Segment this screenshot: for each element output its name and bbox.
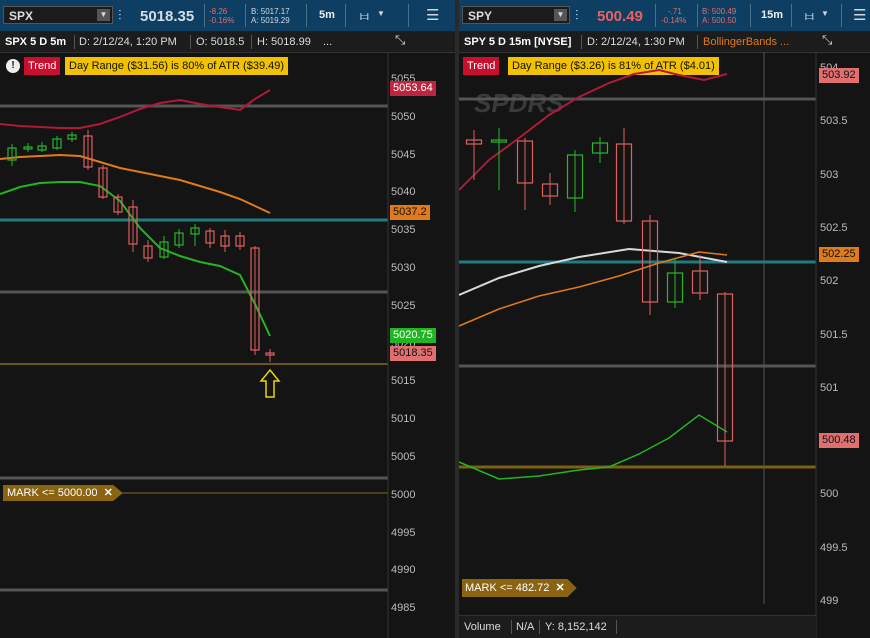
close-icon[interactable]: ✕ bbox=[555, 582, 564, 594]
spy-chart-pane: SPY ▼ ⫶ 500.49 -.71 -0.14% B: 500.49 A: … bbox=[459, 0, 870, 638]
axis-tick-label: 4990 bbox=[391, 564, 416, 577]
spy-price-label-upper: 503.92 bbox=[819, 68, 859, 83]
spx-lower-band bbox=[0, 181, 271, 337]
volume-y-value: Y: 8,152,142 bbox=[545, 621, 607, 633]
spy-chart-canvas[interactable]: SPDRS bbox=[459, 0, 870, 638]
spy-lower-band bbox=[459, 414, 728, 480]
volume-value: N/A bbox=[516, 621, 535, 633]
spy-price-label-mid: 502.25 bbox=[819, 247, 859, 262]
spy-mark-alert[interactable]: MARK <= 482.72 ✕ bbox=[462, 579, 577, 597]
spy-mark-text: MARK <= 482.72 bbox=[465, 582, 550, 594]
axis-tick-label: 502 bbox=[820, 275, 839, 288]
close-icon[interactable]: ✕ bbox=[104, 487, 113, 499]
axis-tick-label: 503.5 bbox=[820, 115, 848, 128]
axis-tick-label: 5040 bbox=[391, 186, 416, 199]
axis-tick-label: 5015 bbox=[391, 375, 416, 388]
spx-chart-pane: SPX ▼ ⫶ 5018.35 -8.26 -0.16% B: 5017.17 … bbox=[0, 0, 455, 638]
axis-tick-label: 5030 bbox=[391, 262, 416, 274]
axis-tick-label: 503 bbox=[820, 168, 839, 181]
spx-middle-band bbox=[0, 153, 271, 214]
arrow-up-icon bbox=[259, 368, 281, 398]
axis-tick-label: 499.5 bbox=[820, 541, 848, 554]
axis-tick-label: 4995 bbox=[391, 526, 416, 539]
spx-upper-band bbox=[0, 89, 271, 129]
axis-tick-label: 5005 bbox=[391, 451, 416, 463]
axis-tick-label: 5035 bbox=[391, 224, 416, 237]
spx-price-label-upper: 5053.64 bbox=[390, 81, 436, 96]
axis-tick-label: 501.5 bbox=[820, 328, 848, 341]
axis-tick-label: 502.5 bbox=[820, 221, 848, 234]
spx-mark-alert[interactable]: MARK <= 5000.00 ✕ bbox=[3, 485, 123, 501]
axis-tick-label: 5010 bbox=[391, 413, 416, 426]
axis-tick-label: 5045 bbox=[391, 148, 416, 161]
spx-price-label-mid: 5037.2 bbox=[390, 205, 430, 220]
axis-tick-label: 5025 bbox=[391, 299, 416, 312]
spx-price-label-lower: 5020.75 bbox=[390, 328, 436, 343]
spx-chart-canvas[interactable] bbox=[0, 0, 455, 638]
axis-tick-label: 4985 bbox=[391, 602, 416, 615]
axis-tick-label: 500 bbox=[820, 488, 839, 501]
spx-price-label-last: 5018.35 bbox=[390, 346, 436, 361]
spy-volume-footer: Volume N/A Y: 8,152,142 bbox=[459, 615, 816, 638]
axis-tick-label: 499 bbox=[820, 595, 839, 607]
axis-tick-label: 501 bbox=[820, 381, 839, 394]
axis-tick-label: 5050 bbox=[391, 110, 416, 123]
spx-mark-text: MARK <= 5000.00 bbox=[7, 487, 98, 499]
volume-label[interactable]: Volume bbox=[464, 617, 501, 637]
axis-tick-label: 5000 bbox=[391, 488, 416, 501]
spy-price-label-last: 500.48 bbox=[819, 433, 859, 448]
